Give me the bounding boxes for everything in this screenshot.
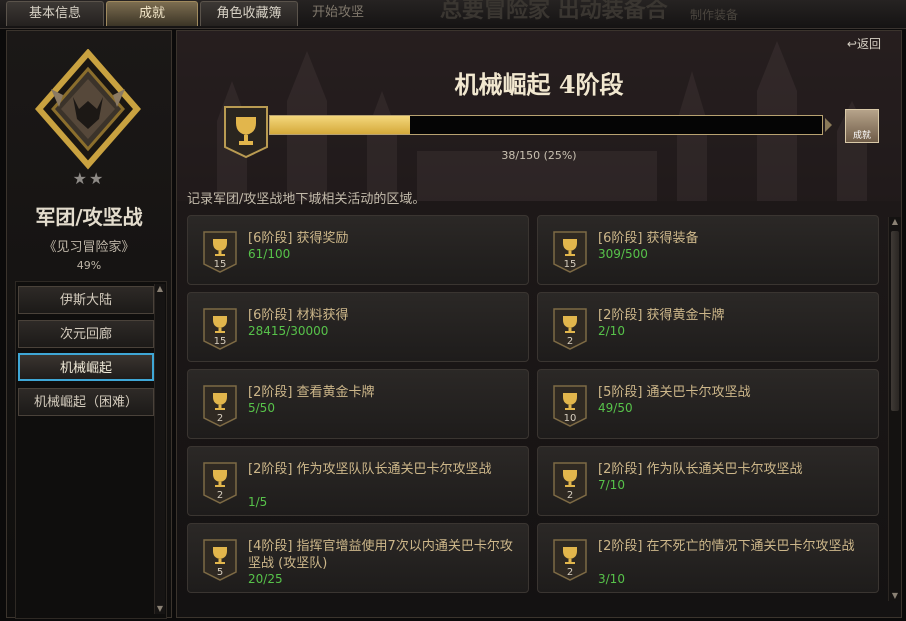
achievement-grid: 15 [6阶段] 获得奖励 61/100 15 [6阶段] 获得装备 309/500 15 [… [187, 215, 887, 615]
achievement-name: [6阶段] 材料获得 [248, 308, 349, 323]
achievement-points: 5 [217, 567, 223, 578]
scroll-thumb[interactable] [891, 231, 899, 411]
achievement-progress: 5/50 [248, 401, 275, 415]
achievement-points: 2 [567, 567, 573, 578]
achievement-name: [6阶段] 获得奖励 [248, 231, 349, 246]
achievement-points: 2 [567, 490, 573, 501]
tab-start-raid[interactable]: 开始攻坚 [298, 1, 378, 25]
background-banner: 总要冒险家 出动装备合 [440, 0, 668, 23]
tab-achievements[interactable]: 成就 [106, 1, 198, 26]
achievement-name: [2阶段] 在不死亡的情况下通关巴卡尔攻坚战 [598, 539, 855, 554]
achievement-points: 15 [214, 336, 227, 347]
achievement-card[interactable]: 2 [2阶段] 获得黄金卡牌 2/10 [537, 292, 879, 362]
achievement-progress: 28415/30000 [248, 324, 329, 338]
achievement-name: [5阶段] 通关巴卡尔攻坚战 [598, 385, 751, 400]
trophy-icon: 2 [553, 539, 587, 581]
trophy-icon: 2 [553, 308, 587, 350]
achievement-panel: ↩返回 机械崛起 4阶段 成就 38/150 (25%) 记录军团/攻坚战地下城… [176, 30, 902, 618]
trophy-icon: 15 [203, 231, 237, 273]
stage-progress-bar [269, 115, 823, 135]
achievement-name: [6阶段] 获得装备 [598, 231, 699, 246]
trophy-icon: 2 [203, 385, 237, 427]
nav-item-mechanical-rise-hard[interactable]: 机械崛起（困难） [18, 388, 154, 416]
achievement-card[interactable]: 2 [2阶段] 作为队长通关巴卡尔攻坚战 7/10 [537, 446, 879, 516]
achievement-name: [2阶段] 作为队长通关巴卡尔攻坚战 [598, 462, 803, 477]
tab-collection[interactable]: 角色收藏簿 [200, 1, 298, 26]
nav-item-isys[interactable]: 伊斯大陆 [18, 286, 154, 314]
tab-bar: 基本信息 成就 角色收藏簿 开始攻坚 总要冒险家 出动装备合 制作装备 [0, 0, 906, 29]
stage-progress-fill [270, 116, 410, 134]
tab-basic-info[interactable]: 基本信息 [6, 1, 104, 26]
background-right-text: 制作装备 [690, 8, 739, 22]
nav-item-mechanical-rise[interactable]: 机械崛起 [18, 353, 154, 381]
achievement-progress: 20/25 [248, 572, 283, 586]
achievement-card[interactable]: 2 [2阶段] 在不死亡的情况下通关巴卡尔攻坚战 3/10 [537, 523, 879, 593]
achievement-progress: 1/5 [248, 495, 268, 509]
scroll-up-icon[interactable]: ▲ [890, 217, 900, 227]
trophy-icon: 15 [203, 308, 237, 350]
return-button[interactable]: ↩返回 [847, 35, 881, 52]
category-panel: ★★ 军团/攻坚战 《见习冒险家》 49% 伊斯大陆 次元回廊 机械崛起 机械崛… [6, 30, 172, 619]
scroll-up-icon[interactable]: ▲ [155, 284, 165, 294]
achievement-points: 10 [564, 413, 577, 424]
nav-item-dimension-corridor[interactable]: 次元回廊 [18, 320, 154, 348]
achievement-card[interactable]: 2 [2阶段] 查看黄金卡牌 5/50 [187, 369, 529, 439]
achievement-points: 15 [214, 259, 227, 270]
scroll-down-icon[interactable]: ▼ [155, 604, 165, 614]
trophy-icon: 2 [553, 462, 587, 504]
trophy-icon: 15 [553, 231, 587, 273]
achievement-progress: 7/10 [598, 478, 625, 492]
rank-stars: ★★ [72, 169, 106, 188]
trophy-icon: 10 [553, 385, 587, 427]
achievement-name: [4阶段] 指挥官增益使用7次以内通关巴卡尔攻坚战 (攻坚队) [248, 539, 513, 571]
progress-arrow-icon [825, 118, 832, 132]
achievement-progress: 3/10 [598, 572, 625, 586]
achievement-scrollbar[interactable]: ▲ ▼ [888, 217, 901, 601]
trophy-icon: 5 [203, 539, 237, 581]
category-percent: 49% [76, 259, 102, 272]
category-title: 军团/攻坚战 [35, 205, 143, 229]
reward-icon[interactable]: 成就 [845, 109, 879, 143]
achievement-name: [2阶段] 作为攻坚队队长通关巴卡尔攻坚战 [248, 462, 492, 477]
nav-scrollbar[interactable]: ▲ ▼ [154, 284, 165, 614]
achievement-points: 2 [567, 336, 573, 347]
achievement-card[interactable]: 15 [6阶段] 获得装备 309/500 [537, 215, 879, 285]
achievement-progress: 61/100 [248, 247, 291, 261]
achievement-card[interactable]: 2 [2阶段] 作为攻坚队队长通关巴卡尔攻坚战 1/5 [187, 446, 529, 516]
achievement-progress: 2/10 [598, 324, 625, 338]
achievement-progress: 49/50 [598, 401, 633, 415]
achievement-name: [2阶段] 获得黄金卡牌 [598, 308, 725, 323]
achievement-card[interactable]: 15 [6阶段] 获得奖励 61/100 [187, 215, 529, 285]
trophy-icon: 2 [203, 462, 237, 504]
achievement-points: 2 [217, 490, 223, 501]
achievement-points: 15 [564, 259, 577, 270]
achievement-card[interactable]: 5 [4阶段] 指挥官增益使用7次以内通关巴卡尔攻坚战 (攻坚队) 20/25 [187, 523, 529, 593]
stage-title: 机械崛起 4阶段 [454, 70, 624, 99]
achievement-points: 2 [217, 413, 223, 424]
reward-label: 成就 [852, 131, 871, 141]
stage-progress-text: 38/150 (25%) [501, 149, 577, 162]
achievement-card[interactable]: 10 [5阶段] 通关巴卡尔攻坚战 49/50 [537, 369, 879, 439]
category-description: 记录军团/攻坚战地下城相关活动的区域。 [187, 192, 426, 207]
achievement-name: [2阶段] 查看黄金卡牌 [248, 385, 375, 400]
achievement-progress: 309/500 [598, 247, 648, 261]
achievement-card[interactable]: 15 [6阶段] 材料获得 28415/30000 [187, 292, 529, 362]
scroll-down-icon[interactable]: ▼ [890, 591, 900, 601]
category-subtitle: 《见习冒险家》 [43, 240, 135, 255]
dungeon-nav-list: 伊斯大陆 次元回廊 机械崛起 机械崛起（困难） ▲ ▼ [15, 281, 167, 619]
return-icon: ↩ [846, 37, 857, 51]
